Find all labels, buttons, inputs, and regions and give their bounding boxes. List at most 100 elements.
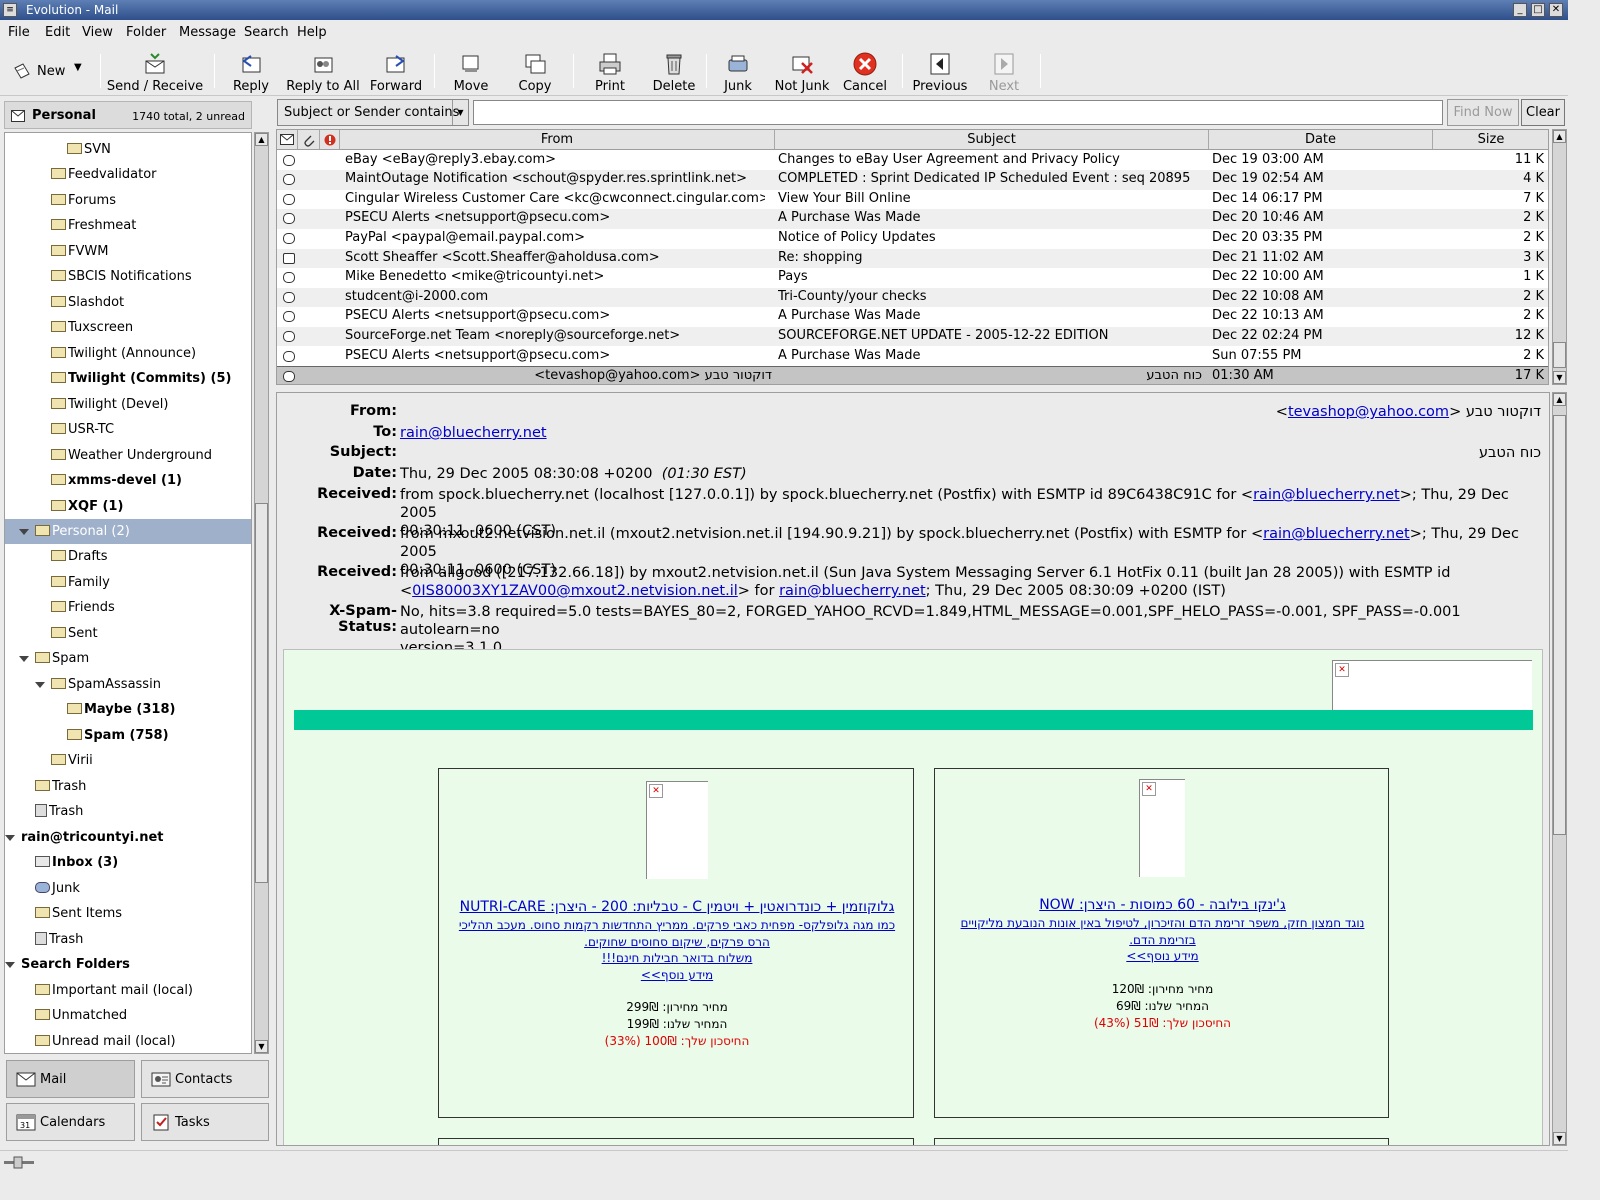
move-button[interactable]: Move bbox=[447, 48, 495, 94]
message-row[interactable]: PSECU Alerts <netsupport@psecu.com> A Pur… bbox=[277, 209, 1548, 229]
folder-spam-758[interactable]: Spam (758) bbox=[67, 724, 169, 748]
menu-search[interactable]: Search bbox=[244, 25, 289, 40]
folder-trash-tricounty[interactable]: Trash bbox=[35, 928, 83, 952]
folder-slashdot[interactable]: Slashdot bbox=[51, 291, 124, 315]
menu-file[interactable]: File bbox=[8, 25, 30, 40]
column-size[interactable]: Size bbox=[1433, 130, 1548, 149]
read-envelope-icon[interactable] bbox=[283, 371, 295, 383]
reply-all-button[interactable]: Reply to All bbox=[286, 48, 360, 94]
message-row[interactable]: studcent@i-2000.com Tri-County/your check… bbox=[277, 287, 1548, 308]
folder-tuxscreen[interactable]: Tuxscreen bbox=[51, 316, 133, 340]
folder-twilight-commits[interactable]: Twilight (Commits) (5) bbox=[51, 367, 231, 391]
product-more-link[interactable]: מידע נוסף>> bbox=[449, 967, 905, 984]
message-row[interactable]: Cingular Wireless Customer Care <kc@cwco… bbox=[277, 190, 1548, 210]
folder-junk[interactable]: Junk bbox=[35, 877, 80, 901]
expander-icon[interactable] bbox=[35, 681, 45, 688]
not-junk-button[interactable]: Not Junk bbox=[771, 48, 833, 94]
folder-unmatched[interactable]: Unmatched bbox=[35, 1004, 127, 1028]
folder-sbcis[interactable]: SBCIS Notifications bbox=[51, 265, 192, 289]
forward-button[interactable]: Forward bbox=[369, 48, 423, 94]
scroll-down-arrow-icon[interactable]: ▼ bbox=[1553, 371, 1566, 384]
read-envelope-icon[interactable] bbox=[283, 350, 295, 362]
chevron-down-icon[interactable]: ▼ bbox=[452, 100, 468, 125]
message-row[interactable]: SourceForge.net Team <noreply@sourceforg… bbox=[277, 326, 1548, 347]
message-row[interactable]: Scott Sheaffer <Scott.Sheaffer@aholdusa.… bbox=[277, 248, 1548, 269]
column-subject[interactable]: Subject bbox=[775, 130, 1209, 149]
received-id-link[interactable]: 0IS80003XY1ZAV00@mxout2.netvision.net.il bbox=[412, 583, 738, 599]
read-envelope-icon[interactable] bbox=[283, 330, 295, 342]
scroll-down-arrow-icon[interactable]: ▼ bbox=[255, 1040, 268, 1053]
folder-feedvalidator[interactable]: Feedvalidator bbox=[51, 163, 157, 187]
read-envelope-icon[interactable] bbox=[283, 154, 295, 166]
expander-icon[interactable] bbox=[19, 655, 29, 662]
window-menu-icon[interactable]: ≡ bbox=[3, 3, 17, 17]
message-row[interactable]: Mike Benedetto <mike@tricountyi.net> Pays… bbox=[277, 268, 1548, 288]
folder-xmms-devel[interactable]: xmms-devel (1) bbox=[51, 469, 182, 493]
message-row[interactable]: PSECU Alerts <netsupport@psecu.com> A Pur… bbox=[277, 307, 1548, 327]
folder-maybe[interactable]: Maybe (318) bbox=[67, 698, 175, 722]
read-envelope-icon[interactable] bbox=[283, 232, 295, 244]
read-envelope-icon[interactable] bbox=[283, 174, 295, 186]
scrollbar-thumb[interactable] bbox=[1553, 415, 1566, 835]
switcher-tasks[interactable]: Tasks bbox=[141, 1103, 269, 1141]
expander-icon[interactable] bbox=[5, 834, 15, 841]
product-title-link[interactable]: גלוקוזמין + כונדרואטין + ויטמין C - טבלי… bbox=[449, 899, 905, 915]
folder-fvwm[interactable]: FVWM bbox=[51, 240, 108, 264]
column-from[interactable]: From bbox=[340, 130, 775, 149]
account-tricountyi[interactable]: rain@tricountyi.net bbox=[5, 826, 164, 850]
clear-button[interactable]: Clear bbox=[1521, 99, 1565, 126]
attachment-column-icon[interactable] bbox=[298, 130, 320, 149]
folder-twilight-devel[interactable]: Twilight (Devel) bbox=[51, 393, 168, 417]
switcher-contacts[interactable]: Contacts bbox=[141, 1060, 269, 1098]
product-desc-link[interactable]: כמו מגה גלופלקס- מפחית כאבי פרקים. ממריץ… bbox=[449, 917, 905, 950]
priority-column-icon[interactable] bbox=[320, 130, 340, 149]
folder-forums[interactable]: Forums bbox=[51, 189, 116, 213]
message-list-scrollbar[interactable]: ▲ ▼ bbox=[1552, 129, 1567, 385]
product-desc-link[interactable]: נוגד חמצון חזק, משפר זרימת הדם והזיכרון,… bbox=[945, 915, 1380, 948]
folder-spam[interactable]: Spam bbox=[19, 647, 89, 671]
message-row[interactable]: PSECU Alerts <netsupport@psecu.com> A Pur… bbox=[277, 347, 1548, 367]
column-date[interactable]: Date bbox=[1209, 130, 1433, 149]
menu-view[interactable]: View bbox=[82, 25, 113, 40]
folder-sent[interactable]: Sent bbox=[51, 622, 98, 646]
message-row[interactable]: MaintOutage Notification <schout@spyder.… bbox=[277, 170, 1548, 190]
scroll-up-arrow-icon[interactable]: ▲ bbox=[1553, 130, 1566, 143]
product-title-link[interactable]: ג'ינקו בילובה - 60 כמוסות - היצרן: NOW bbox=[945, 897, 1380, 913]
folder-trash-personal[interactable]: Trash bbox=[35, 800, 83, 824]
received-email-link[interactable]: rain@bluecherry.net bbox=[1253, 487, 1400, 503]
scrollbar-thumb[interactable] bbox=[1553, 342, 1566, 368]
cancel-button[interactable]: Cancel bbox=[840, 48, 890, 94]
switcher-mail[interactable]: Mail bbox=[6, 1060, 135, 1098]
search-input[interactable] bbox=[473, 100, 1443, 125]
delete-button[interactable]: Delete bbox=[650, 48, 698, 94]
message-row[interactable]: PayPal <paypal@email.paypal.com> Notice o… bbox=[277, 229, 1548, 249]
folder-spamassassin[interactable]: SpamAssassin bbox=[35, 673, 161, 697]
folder-family[interactable]: Family bbox=[51, 571, 110, 595]
menu-message[interactable]: Message bbox=[179, 25, 236, 40]
received-email-link[interactable]: rain@bluecherry.net bbox=[1263, 526, 1410, 542]
menu-folder[interactable]: Folder bbox=[126, 25, 166, 40]
received-email-link[interactable]: rain@bluecherry.net bbox=[779, 583, 926, 599]
folder-twilight-announce[interactable]: Twilight (Announce) bbox=[51, 342, 196, 366]
new-button[interactable]: New ▼ bbox=[6, 56, 92, 86]
folder-drafts[interactable]: Drafts bbox=[51, 545, 108, 569]
folder-friends[interactable]: Friends bbox=[51, 596, 115, 620]
status-column-icon[interactable] bbox=[277, 130, 298, 149]
menu-help[interactable]: Help bbox=[297, 25, 327, 40]
copy-button[interactable]: Copy bbox=[511, 48, 559, 94]
print-button[interactable]: Print bbox=[586, 48, 634, 94]
folder-weather-underground[interactable]: Weather Underground bbox=[51, 444, 212, 468]
chevron-down-icon[interactable]: ▼ bbox=[74, 62, 82, 73]
switcher-calendars[interactable]: 31 Calendars bbox=[6, 1103, 135, 1141]
folder-freshmeat[interactable]: Freshmeat bbox=[51, 214, 136, 238]
send-receive-button[interactable]: Send / Receive bbox=[106, 48, 204, 94]
folder-svn[interactable]: SVN bbox=[67, 138, 111, 162]
read-envelope-icon[interactable] bbox=[283, 272, 295, 284]
product-shipping-link[interactable]: משלוח בדואר חבילות חינם!!! bbox=[449, 950, 905, 967]
minimize-button[interactable]: _ bbox=[1513, 3, 1527, 17]
menu-edit[interactable]: Edit bbox=[45, 25, 70, 40]
folder-tree-scrollbar[interactable]: ▲ ▼ bbox=[254, 132, 269, 1054]
folder-sent-items[interactable]: Sent Items bbox=[35, 902, 122, 926]
read-envelope-icon[interactable] bbox=[283, 311, 295, 323]
message-row-selected[interactable]: <tevashop@yahoo.com> דוקטור טבע כוח הטבע 0… bbox=[277, 366, 1548, 384]
